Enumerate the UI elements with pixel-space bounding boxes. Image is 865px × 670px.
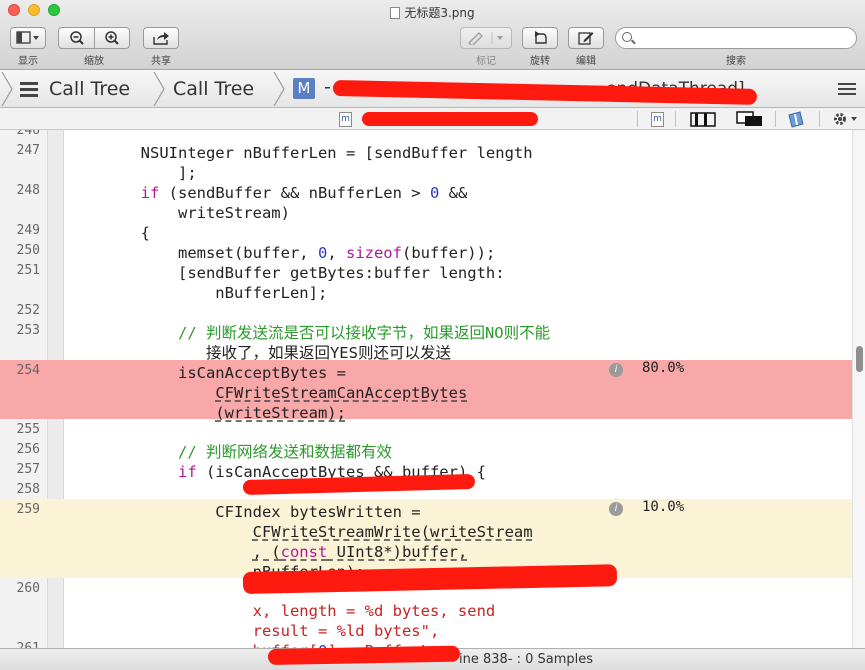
code-line: x, length = %d bytes, send bbox=[66, 602, 496, 620]
code-line: writeStream) bbox=[66, 204, 290, 222]
code-line: (writeStream); bbox=[215, 404, 346, 422]
line-number: 255 bbox=[16, 422, 40, 437]
display-button[interactable] bbox=[10, 27, 46, 49]
code-line: ]; bbox=[66, 164, 197, 182]
scrollbar-thumb[interactable] bbox=[856, 346, 863, 372]
source-file-icon[interactable]: m bbox=[651, 112, 664, 127]
line-number: 247 bbox=[16, 143, 40, 158]
code-line: NSUInteger nBufferLen = [sendBuffer leng… bbox=[66, 144, 533, 162]
rotate-icon bbox=[535, 31, 547, 44]
line-number: 260 bbox=[16, 581, 40, 596]
zoom-out-button[interactable] bbox=[59, 30, 94, 46]
line-number: 259 bbox=[16, 502, 40, 517]
search-icon bbox=[622, 32, 632, 42]
split-view-icon[interactable] bbox=[690, 112, 716, 127]
code-line: CFWriteStreamCanAcceptBytes bbox=[215, 384, 468, 402]
edit-pencil-icon bbox=[578, 32, 594, 45]
code-line: memset(buffer, 0, sizeof(buffer)); bbox=[66, 244, 496, 262]
line-number: 258 bbox=[16, 482, 40, 497]
code-line: nBufferLen]; bbox=[66, 284, 328, 302]
status-text: ine 838- : 0 Samples bbox=[459, 652, 594, 667]
code-line: , (const UInt8*)buffer, bbox=[252, 543, 468, 561]
zoom-out-icon bbox=[69, 31, 84, 45]
line-number: 250 bbox=[16, 243, 40, 258]
zoom-label: 缩放 bbox=[84, 56, 104, 67]
markup-button[interactable] bbox=[460, 27, 512, 49]
info-icon[interactable]: i bbox=[609, 502, 623, 516]
warm-line-percent: 10.0% bbox=[642, 499, 685, 515]
breadcrumb-call-tree-1[interactable]: Call Tree bbox=[49, 78, 130, 100]
code-line: // 判断发送流是否可以接收字节，如果返回NO则不能 bbox=[66, 324, 551, 342]
redaction-mark bbox=[267, 645, 461, 665]
code-line: CFIndex bytesWritten = bbox=[66, 503, 421, 521]
breadcrumb-chevron-icon bbox=[153, 72, 165, 106]
share-icon bbox=[153, 31, 169, 45]
code-line: // 判断网络发送和数据都有效 bbox=[66, 443, 392, 461]
breadcrumb-call-tree-2[interactable]: Call Tree bbox=[173, 78, 254, 100]
breadcrumb-chevron-icon bbox=[273, 72, 285, 106]
divider bbox=[637, 111, 638, 127]
divider bbox=[675, 111, 676, 127]
edit-label: 编辑 bbox=[576, 56, 596, 67]
display-label: 显示 bbox=[18, 56, 38, 67]
gear-icon[interactable] bbox=[832, 111, 860, 127]
search-input[interactable] bbox=[638, 30, 848, 46]
breadcrumb-method-prefix[interactable]: - bbox=[324, 76, 331, 98]
rotate-button[interactable] bbox=[522, 27, 558, 49]
sidebar-icon bbox=[16, 31, 39, 44]
method-badge-icon: M bbox=[293, 78, 315, 99]
line-number: 256 bbox=[16, 442, 40, 457]
line-number: 246 bbox=[16, 130, 40, 138]
line-number: 248 bbox=[16, 183, 40, 198]
edit-button[interactable] bbox=[568, 27, 604, 49]
window-toolbar: 无标题3.png 显示 缩放 共享 标记 旋转 编辑 搜索 bbox=[0, 0, 865, 70]
zoom-button-group bbox=[58, 27, 130, 49]
divider bbox=[819, 111, 820, 127]
line-number: 254 bbox=[16, 363, 40, 378]
share-button[interactable] bbox=[143, 27, 179, 49]
xcode-open-icon[interactable] bbox=[786, 111, 806, 128]
search-label: 搜索 bbox=[726, 56, 746, 67]
divider bbox=[775, 111, 776, 127]
source-file-icon[interactable]: m bbox=[339, 112, 352, 127]
zoom-in-button[interactable] bbox=[95, 30, 129, 46]
code-line: if (sendBuffer && nBufferLen > 0 && bbox=[140, 184, 468, 202]
line-number: 261 bbox=[0, 641, 40, 648]
line-number: 257 bbox=[16, 462, 40, 477]
redaction-mark bbox=[362, 112, 538, 126]
markup-pen-icon bbox=[468, 32, 503, 45]
code-line: isCanAcceptBytes = bbox=[66, 364, 346, 382]
document-icon bbox=[390, 7, 401, 19]
window-title: 无标题3.png bbox=[0, 4, 865, 21]
line-number: 253 bbox=[16, 323, 40, 338]
rotate-label: 旋转 bbox=[530, 56, 550, 67]
line-number: 251 bbox=[16, 263, 40, 278]
search-field[interactable] bbox=[615, 27, 857, 49]
share-label: 共享 bbox=[151, 56, 171, 67]
code-line: { bbox=[66, 224, 150, 242]
markup-label: 标记 bbox=[476, 56, 496, 67]
code-line: result = %ld bytes", bbox=[66, 622, 440, 640]
code-line: 接收了，如果返回YES则还可以发送 bbox=[66, 344, 451, 362]
info-icon[interactable]: i bbox=[609, 363, 623, 377]
code-line: [sendBuffer getBytes:buffer length: bbox=[66, 264, 505, 282]
breadcrumb-chevron-icon bbox=[1, 72, 13, 106]
hot-line-percent: 80.0% bbox=[642, 360, 685, 376]
line-number: 252 bbox=[16, 303, 40, 318]
zoom-in-icon bbox=[105, 31, 119, 45]
disassembly-view-icon[interactable] bbox=[736, 111, 764, 127]
line-number: 249 bbox=[16, 223, 40, 238]
vertical-scrollbar[interactable] bbox=[852, 130, 865, 648]
code-line: CFWriteStreamWrite(writeStream bbox=[252, 523, 533, 541]
